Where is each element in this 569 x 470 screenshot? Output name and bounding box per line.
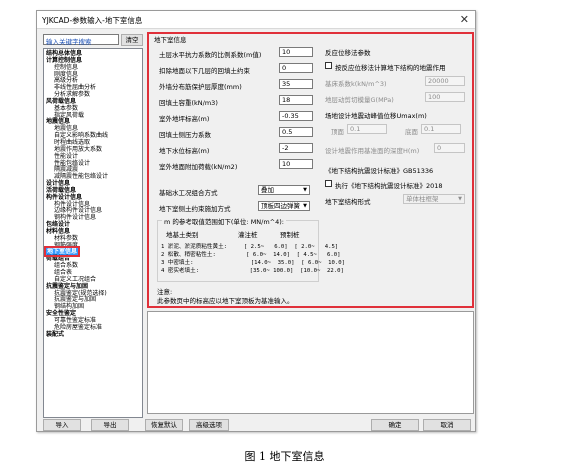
ref-row: 4 密实老填土: [35.0~ 100.0] [10.0~ 22.0]	[161, 268, 344, 274]
wall-soil-label: 地下室侧土约束施加方式	[159, 205, 231, 213]
ref-header-cast-pile: 灌注桩	[238, 231, 258, 239]
top-disp-input[interactable]: 0.1	[347, 124, 387, 134]
reaction-check-label: 按反应位移法计算地下结构的地震作用	[335, 64, 446, 72]
ref-row: 1 淤泥、淤泥质粘性黄土: [ 2.5~ 6.0] [ 2.0~ 4.5]	[161, 244, 339, 250]
depth-label: 设计地震作用基准面的深度H(m)	[325, 147, 420, 155]
ref-header-precast-pile: 预制桩	[280, 231, 300, 239]
field-label: 回填土侧压力系数	[159, 131, 211, 139]
field-label: 扣除地面以下几层的回填土约束	[159, 67, 250, 75]
bottom-label: 底面	[405, 128, 418, 136]
parameter-tree[interactable]: 结构总体信息 计算控制信息 控制信息 刚度信息 高级分析 非线性屈曲分析 分析求解参数 风荷载…	[43, 48, 143, 418]
advanced-options-button[interactable]: 高级选项	[189, 419, 229, 431]
water-combo-select[interactable]: 叠加 ▼	[258, 185, 310, 195]
field-label: 地下水位标高(m)	[159, 147, 210, 155]
structure-form-label: 地下室结构形式	[325, 198, 371, 206]
dialog-window: YJKCAD-参数输入-地下室信息 ✕ 输入关键字搜索 清空 结构总体信息 计算控…	[36, 10, 476, 432]
button-bar: 导入 导出 恢复默认 高级选项 确定 取消	[37, 419, 475, 433]
reaction-title: 反应位移法参数	[325, 49, 371, 57]
water-combo-label: 基础水工况组合方式	[159, 189, 218, 197]
field-input[interactable]: -2	[279, 143, 313, 153]
field-label: 室外地坪标高(m)	[159, 115, 210, 123]
restore-default-button[interactable]: 恢复默认	[145, 419, 183, 431]
clear-search-button[interactable]: 清空	[121, 34, 143, 46]
field-label: 回填土容重(kN/m3)	[159, 99, 218, 107]
chevron-down-icon: ▼	[458, 196, 462, 202]
field-label: 土层水平抗力系数的比例系数(m值)	[159, 51, 262, 59]
depth-input[interactable]: 0	[434, 143, 465, 153]
field-input[interactable]: 10	[279, 159, 313, 169]
field-input[interactable]: 10	[279, 47, 313, 57]
shear-mod-input[interactable]: 100	[425, 92, 465, 102]
ref-row: 3 中密填土: [14.0~ 35.0] [ 6.0~ 10.0]	[161, 260, 346, 266]
field-input[interactable]: 0	[279, 63, 313, 73]
basement-info-panel: 地下室信息 土层水平抗力系数的比例系数(m值) 10 扣除地面以下几层的回填土约束 0…	[147, 32, 474, 308]
reaction-checkbox[interactable]	[325, 62, 332, 69]
field-label: 外墙分布筋保护层厚度(mm)	[159, 83, 242, 91]
shear-mod-label: 地层动剪切模量G(MPa)	[325, 96, 394, 104]
field-label: 室外地面附加荷载(kN/m2)	[159, 163, 238, 171]
field-input[interactable]: -0.35	[279, 111, 313, 121]
wall-soil-select[interactable]: 顶板四边弹簧 ▼	[258, 201, 310, 211]
panel-title: 地下室信息	[153, 34, 188, 44]
figure-caption: 图 1 地下室信息	[244, 450, 325, 463]
field-input[interactable]: 18	[279, 95, 313, 105]
tree-item[interactable]: 装配式	[46, 331, 142, 339]
gb-checkbox[interactable]	[325, 180, 332, 187]
m-reference-group: m 的参考取值范围如下(单位: MN/m^4): 地基土类别 灌注桩 预制桩 1…	[157, 216, 345, 282]
search-input[interactable]: 输入关键字搜索	[43, 34, 119, 46]
bed-coef-input[interactable]: 20000	[425, 76, 465, 86]
import-button[interactable]: 导入	[43, 419, 81, 431]
site-disp-label: 场地设计地震动峰值位移Umax(m)	[325, 112, 427, 120]
bed-coef-label: 基床系数k(kN/m^3)	[325, 80, 387, 88]
note-text: 此参数页中的标高应以地下室顶板为基准输入。	[157, 297, 294, 305]
bottom-disp-input[interactable]: 0.1	[421, 124, 461, 134]
close-icon[interactable]: ✕	[460, 13, 469, 26]
chevron-down-icon: ▼	[303, 203, 307, 209]
window-title: YJKCAD-参数输入-地下室信息	[42, 16, 143, 25]
top-label: 顶面	[331, 128, 344, 136]
gb-check-label: 执行《地下结构抗震设计标准》2018	[335, 182, 443, 190]
description-box	[147, 311, 474, 414]
structure-form-select[interactable]: 单体柱框架 ▼	[403, 194, 465, 204]
gb-title: 《地下结构抗震设计标准》GB51336	[325, 167, 434, 175]
ref-row: 2 松散、稍密粘性土: [ 6.0~ 14.0] [ 4.5~ 6.0]	[161, 252, 341, 258]
chevron-down-icon: ▼	[303, 187, 307, 193]
title-bar: YJKCAD-参数输入-地下室信息 ✕	[37, 11, 475, 29]
ref-header-soil: 地基土类别	[166, 231, 199, 239]
ok-button[interactable]: 确定	[371, 419, 419, 431]
field-input[interactable]: 0.5	[279, 127, 313, 137]
cancel-button[interactable]: 取消	[423, 419, 471, 431]
m-reference-title: m 的参考取值范围如下(单位: MN/m^4):	[162, 216, 286, 226]
field-input[interactable]: 35	[279, 79, 313, 89]
export-button[interactable]: 导出	[91, 419, 129, 431]
